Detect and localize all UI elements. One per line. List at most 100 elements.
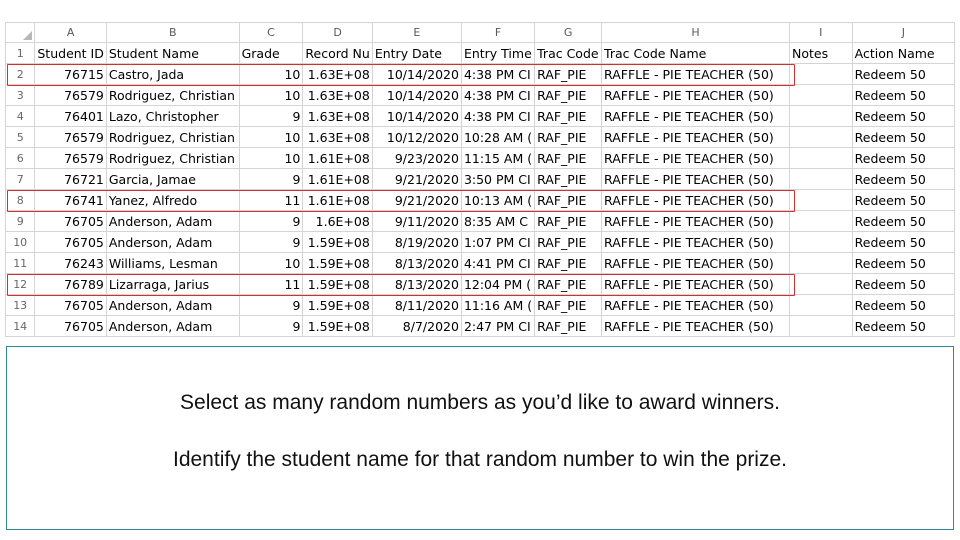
row-header[interactable]: 6 xyxy=(5,147,36,169)
column-header[interactable]: F xyxy=(460,22,536,43)
row-header[interactable]: 2 xyxy=(5,63,36,85)
cell-student-name[interactable]: Lizarraga, Jarius xyxy=(105,273,240,295)
row-header[interactable]: 12 xyxy=(5,273,36,295)
header-cell[interactable]: Student Name xyxy=(105,42,240,64)
cell-student-id[interactable]: 76705 xyxy=(34,231,107,253)
cell-record-number[interactable]: 1.63E+08 xyxy=(302,126,373,148)
cell-trac-code[interactable]: RAF_PIE xyxy=(534,210,603,232)
cell-action-name[interactable]: Redeem 50 xyxy=(851,273,955,295)
cell-student-id[interactable]: 76579 xyxy=(34,147,107,169)
cell-trac-code[interactable]: RAF_PIE xyxy=(534,168,603,190)
row-header[interactable]: 8 xyxy=(5,189,36,211)
cell-entry-date[interactable]: 8/13/2020 xyxy=(371,252,462,274)
cell-entry-time[interactable]: 4:38 PM CI xyxy=(460,105,536,127)
cell-record-number[interactable]: 1.59E+08 xyxy=(302,273,373,295)
cell-trac-code[interactable]: RAF_PIE xyxy=(534,294,603,316)
cell-action-name[interactable]: Redeem 50 xyxy=(851,231,955,253)
cell-action-name[interactable]: Redeem 50 xyxy=(851,252,955,274)
cell-record-number[interactable]: 1.61E+08 xyxy=(302,168,373,190)
cell-entry-date[interactable]: 8/19/2020 xyxy=(371,231,462,253)
cell-notes[interactable] xyxy=(788,273,853,295)
cell-trac-code[interactable]: RAF_PIE xyxy=(534,189,603,211)
header-cell[interactable]: Trac Code Name xyxy=(601,42,790,64)
header-cell[interactable]: Notes xyxy=(788,42,853,64)
cell-notes[interactable] xyxy=(788,63,853,85)
cell-grade[interactable]: 9 xyxy=(238,210,304,232)
cell-student-name[interactable]: Rodriguez, Christian xyxy=(105,84,240,106)
cell-entry-date[interactable]: 10/14/2020 xyxy=(371,105,462,127)
cell-entry-date[interactable]: 9/11/2020 xyxy=(371,210,462,232)
row-header[interactable]: 14 xyxy=(5,315,36,337)
cell-trac-code[interactable]: RAF_PIE xyxy=(534,231,603,253)
select-all-corner[interactable] xyxy=(5,22,36,43)
cell-entry-time[interactable]: 10:13 AM ( xyxy=(460,189,536,211)
cell-student-id[interactable]: 76715 xyxy=(34,63,107,85)
cell-student-id[interactable]: 76579 xyxy=(34,126,107,148)
cell-student-id[interactable]: 76401 xyxy=(34,105,107,127)
cell-trac-code-name[interactable]: RAFFLE - PIE TEACHER (50) xyxy=(601,63,790,85)
cell-notes[interactable] xyxy=(788,294,853,316)
cell-record-number[interactable]: 1.59E+08 xyxy=(302,294,373,316)
cell-student-id[interactable]: 76741 xyxy=(34,189,107,211)
cell-notes[interactable] xyxy=(788,147,853,169)
cell-notes[interactable] xyxy=(788,315,853,337)
cell-entry-time[interactable]: 12:04 PM ( xyxy=(460,273,536,295)
cell-entry-date[interactable]: 10/12/2020 xyxy=(371,126,462,148)
cell-trac-code-name[interactable]: RAFFLE - PIE TEACHER (50) xyxy=(601,105,790,127)
cell-student-name[interactable]: Yanez, Alfredo xyxy=(105,189,240,211)
cell-notes[interactable] xyxy=(788,252,853,274)
cell-action-name[interactable]: Redeem 50 xyxy=(851,105,955,127)
cell-grade[interactable]: 10 xyxy=(238,63,304,85)
cell-record-number[interactable]: 1.63E+08 xyxy=(302,105,373,127)
cell-student-id[interactable]: 76705 xyxy=(34,315,107,337)
cell-entry-time[interactable]: 3:50 PM CI xyxy=(460,168,536,190)
cell-record-number[interactable]: 1.59E+08 xyxy=(302,231,373,253)
row-header[interactable]: 13 xyxy=(5,294,36,316)
cell-trac-code-name[interactable]: RAFFLE - PIE TEACHER (50) xyxy=(601,315,790,337)
column-header[interactable]: G xyxy=(534,22,603,43)
cell-grade[interactable]: 10 xyxy=(238,126,304,148)
cell-student-id[interactable]: 76579 xyxy=(34,84,107,106)
cell-entry-time[interactable]: 4:41 PM CI xyxy=(460,252,536,274)
cell-student-id[interactable]: 76243 xyxy=(34,252,107,274)
cell-entry-date[interactable]: 10/14/2020 xyxy=(371,63,462,85)
cell-trac-code[interactable]: RAF_PIE xyxy=(534,63,603,85)
cell-notes[interactable] xyxy=(788,126,853,148)
cell-notes[interactable] xyxy=(788,210,853,232)
cell-student-id[interactable]: 76789 xyxy=(34,273,107,295)
row-header[interactable]: 5 xyxy=(5,126,36,148)
cell-trac-code[interactable]: RAF_PIE xyxy=(534,126,603,148)
cell-action-name[interactable]: Redeem 50 xyxy=(851,210,955,232)
cell-student-name[interactable]: Lazo, Christopher xyxy=(105,105,240,127)
cell-grade[interactable]: 10 xyxy=(238,252,304,274)
cell-record-number[interactable]: 1.59E+08 xyxy=(302,252,373,274)
column-header[interactable]: C xyxy=(238,22,304,43)
cell-notes[interactable] xyxy=(788,105,853,127)
cell-entry-time[interactable]: 10:28 AM ( xyxy=(460,126,536,148)
cell-entry-date[interactable]: 9/21/2020 xyxy=(371,168,462,190)
cell-entry-date[interactable]: 8/13/2020 xyxy=(371,273,462,295)
cell-trac-code-name[interactable]: RAFFLE - PIE TEACHER (50) xyxy=(601,273,790,295)
cell-notes[interactable] xyxy=(788,168,853,190)
cell-record-number[interactable]: 1.61E+08 xyxy=(302,147,373,169)
cell-action-name[interactable]: Redeem 50 xyxy=(851,84,955,106)
column-header[interactable]: H xyxy=(601,22,790,43)
column-header[interactable]: E xyxy=(371,22,462,43)
cell-entry-date[interactable]: 8/11/2020 xyxy=(371,294,462,316)
cell-trac-code[interactable]: RAF_PIE xyxy=(534,147,603,169)
cell-grade[interactable]: 10 xyxy=(238,84,304,106)
cell-action-name[interactable]: Redeem 50 xyxy=(851,189,955,211)
cell-trac-code-name[interactable]: RAFFLE - PIE TEACHER (50) xyxy=(601,84,790,106)
row-header[interactable]: 4 xyxy=(5,105,36,127)
cell-student-name[interactable]: Anderson, Adam xyxy=(105,210,240,232)
header-cell[interactable]: Entry Time xyxy=(460,42,536,64)
cell-trac-code[interactable]: RAF_PIE xyxy=(534,315,603,337)
cell-student-name[interactable]: Castro, Jada xyxy=(105,63,240,85)
cell-student-name[interactable]: Anderson, Adam xyxy=(105,294,240,316)
column-header[interactable]: A xyxy=(34,22,107,43)
cell-student-name[interactable]: Anderson, Adam xyxy=(105,231,240,253)
cell-notes[interactable] xyxy=(788,189,853,211)
cell-trac-code-name[interactable]: RAFFLE - PIE TEACHER (50) xyxy=(601,231,790,253)
cell-action-name[interactable]: Redeem 50 xyxy=(851,63,955,85)
cell-student-id[interactable]: 76705 xyxy=(34,294,107,316)
